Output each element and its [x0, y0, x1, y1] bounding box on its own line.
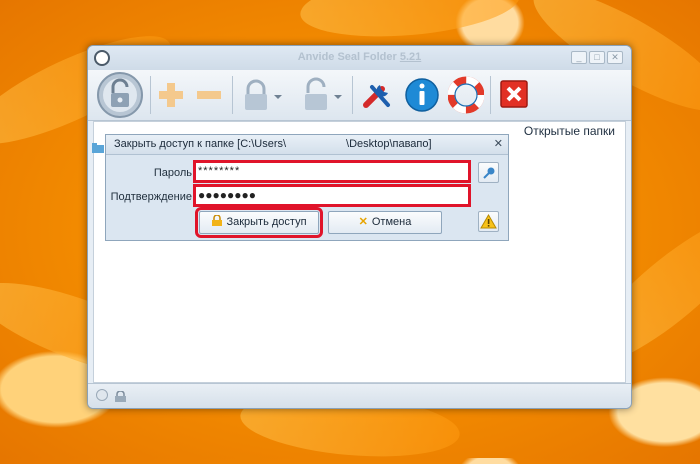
lock-dialog: Закрыть доступ к папке [C:\Users\ \Deskto… — [105, 134, 509, 241]
title-bar: Anvide Seal Folder 5.21 _ □ ✕ — [88, 46, 631, 70]
dialog-title: Закрыть доступ к папке [C:\Users\ \Deskto… — [106, 135, 508, 155]
app-name: Anvide Seal Folder — [297, 51, 397, 63]
window-title: Anvide Seal Folder 5.21 — [88, 51, 631, 63]
confirm-label: Подтверждение — [110, 191, 192, 203]
password-field[interactable]: ******** — [193, 160, 471, 183]
open-folders-header: Открытые папки — [523, 124, 615, 138]
toolbar — [88, 70, 631, 121]
maximize-button[interactable]: □ — [589, 51, 605, 64]
close-window-button[interactable]: ✕ — [607, 51, 623, 64]
add-folder-button[interactable] — [156, 75, 186, 115]
warning-icon — [480, 213, 497, 229]
status-bar — [88, 383, 631, 408]
minimize-button[interactable]: _ — [571, 51, 587, 64]
show-password-button[interactable] — [478, 162, 499, 183]
cancel-x-icon: ✕ — [358, 216, 368, 228]
app-version: 5.21 — [399, 51, 422, 63]
remove-folder-button[interactable] — [194, 75, 224, 115]
dialog-title-prefix: Закрыть доступ к папке [C:\Users\ — [114, 138, 287, 150]
add-icon — [159, 83, 183, 107]
password-label: Пароль — [153, 167, 192, 179]
lock-access-label: Закрыть доступ — [226, 216, 307, 228]
cancel-label: Отмена — [371, 216, 412, 228]
lock-access-button[interactable]: Закрыть доступ — [195, 207, 323, 238]
remove-icon — [197, 91, 221, 99]
toolbar-separator — [490, 76, 491, 114]
lock-main-icon — [97, 72, 143, 118]
status-lock-icon — [114, 389, 127, 402]
toolbar-separator — [352, 76, 353, 114]
info-icon — [405, 78, 439, 112]
dialog-title-suffix: \Desktop\павапо] — [346, 138, 432, 150]
dialog-close-button[interactable]: ✕ — [494, 135, 503, 154]
lock-main-button[interactable] — [96, 71, 144, 119]
lock-open-icon — [305, 77, 342, 110]
exit-button[interactable] — [498, 75, 530, 115]
info-button[interactable] — [404, 75, 440, 115]
open-access-button[interactable] — [300, 75, 346, 115]
toolbar-separator — [232, 76, 233, 114]
folder-icon — [92, 140, 104, 153]
help-button[interactable] — [447, 75, 485, 115]
key-icon — [483, 167, 495, 179]
lock-closed-icon — [245, 79, 282, 110]
help-icon — [447, 76, 485, 114]
warning-button[interactable] — [478, 211, 499, 232]
confirm-password-field[interactable]: ●●●●●●●● — [193, 184, 471, 207]
settings-icon — [363, 85, 390, 108]
settings-button[interactable] — [360, 75, 396, 115]
cancel-button[interactable]: ✕ Отмена — [328, 211, 442, 234]
status-indicator-icon — [96, 389, 108, 401]
exit-icon — [500, 80, 528, 108]
close-access-button[interactable] — [240, 75, 286, 115]
lock-icon — [212, 214, 223, 226]
toolbar-separator — [150, 76, 151, 114]
